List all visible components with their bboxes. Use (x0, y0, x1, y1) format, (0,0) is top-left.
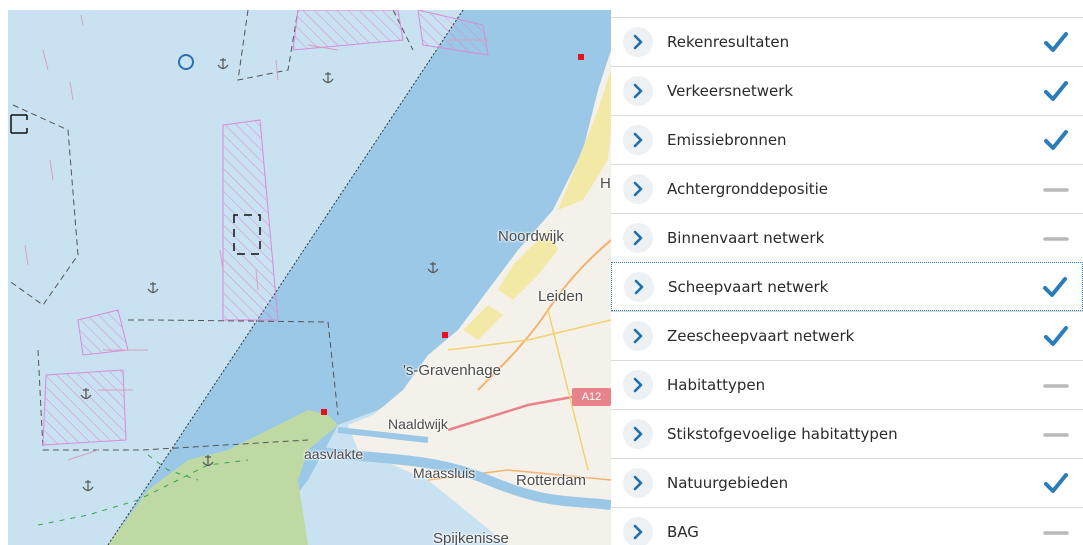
map-label-gravenhage: 's-Gravenhage (403, 362, 501, 379)
layer-label: Verkeersnetwerk (667, 82, 794, 100)
chevron-right-icon (633, 426, 643, 442)
layer-label: Habitattypen (667, 376, 766, 394)
dash-icon[interactable] (1043, 226, 1069, 250)
expand-chevron-button[interactable] (623, 321, 653, 351)
layer-label: Zeescheepvaart netwerk (667, 327, 855, 345)
expand-chevron-button[interactable] (623, 468, 653, 498)
chevron-right-icon (633, 328, 643, 344)
layer-label: Achtergronddepositie (667, 180, 829, 198)
map-label-leiden: Leiden (538, 288, 584, 305)
checkmark-icon[interactable] (1043, 128, 1069, 152)
map-view[interactable]: Noordwijk Leiden 's-Gravenhage Naaldwijk… (8, 10, 611, 545)
layer-label: BAG (667, 523, 699, 541)
expand-chevron-button[interactable] (623, 174, 653, 204)
expand-chevron-button[interactable] (623, 370, 653, 400)
map-label-naaldwijk: Naaldwijk (388, 416, 448, 432)
road-badge-a12: A12 (572, 388, 611, 406)
map-label-rotterdam: Rotterdam (516, 472, 587, 489)
chevron-right-icon (633, 377, 643, 393)
expand-chevron-button[interactable] (623, 517, 653, 545)
layer-row[interactable]: Rekenresultaten (611, 17, 1083, 66)
chevron-right-icon (633, 132, 643, 148)
expand-chevron-button[interactable] (624, 272, 654, 302)
layer-row[interactable]: Scheepvaart netwerk (611, 262, 1083, 311)
map-canvas[interactable] (8, 10, 611, 545)
dash-icon[interactable] (1043, 373, 1069, 397)
chevron-right-icon (633, 475, 643, 491)
layer-label: Scheepvaart netwerk (668, 278, 829, 296)
layer-label: Stikstofgevoelige habitattypen (667, 425, 898, 443)
expand-chevron-button[interactable] (623, 27, 653, 57)
checkmark-icon[interactable] (1042, 275, 1068, 299)
checkmark-icon[interactable] (1043, 471, 1069, 495)
layer-row[interactable]: Habitattypen (611, 360, 1083, 409)
layer-row[interactable]: Emissiebronnen (611, 115, 1083, 164)
chevron-right-icon (633, 34, 643, 50)
map-label-spijkenisse: Spijkenisse (433, 530, 509, 545)
layer-row[interactable]: Natuurgebieden (611, 458, 1083, 507)
layer-row[interactable]: Stikstofgevoelige habitattypen (611, 409, 1083, 458)
layer-label: Natuurgebieden (667, 474, 789, 492)
dash-icon[interactable] (1043, 177, 1069, 201)
layer-label: Emissiebronnen (667, 131, 787, 149)
checkmark-icon[interactable] (1043, 324, 1069, 348)
layer-row[interactable]: Achtergronddepositie (611, 164, 1083, 213)
expand-chevron-button[interactable] (623, 76, 653, 106)
layer-row[interactable]: Verkeersnetwerk (611, 66, 1083, 115)
checkmark-icon[interactable] (1043, 79, 1069, 103)
checkmark-icon[interactable] (1043, 30, 1069, 54)
map-label-noordwijk: Noordwijk (498, 228, 564, 245)
chevron-right-icon (633, 524, 643, 540)
layer-row[interactable]: Zeescheepvaart netwerk (611, 311, 1083, 360)
dash-icon[interactable] (1043, 422, 1069, 446)
chevron-right-icon (633, 230, 643, 246)
chevron-right-icon (633, 181, 643, 197)
layer-list-panel: Rekenresultaten Verkeersnetwerk Emissiebro… (611, 17, 1083, 545)
layer-row[interactable]: Binnenvaart netwerk (611, 213, 1083, 262)
map-label-maassluis: Maassluis (413, 465, 476, 481)
map-label-maasvlakte: aasvlakte (304, 446, 364, 462)
expand-chevron-button[interactable] (623, 419, 653, 449)
map-label-h: H (600, 175, 611, 192)
expand-chevron-button[interactable] (623, 223, 653, 253)
layer-label: Binnenvaart netwerk (667, 229, 825, 247)
layer-row[interactable]: BAG (611, 507, 1083, 545)
expand-chevron-button[interactable] (623, 125, 653, 155)
layer-label: Rekenresultaten (667, 33, 790, 51)
chevron-right-icon (634, 279, 644, 295)
dash-icon[interactable] (1043, 520, 1069, 544)
chevron-right-icon (633, 83, 643, 99)
